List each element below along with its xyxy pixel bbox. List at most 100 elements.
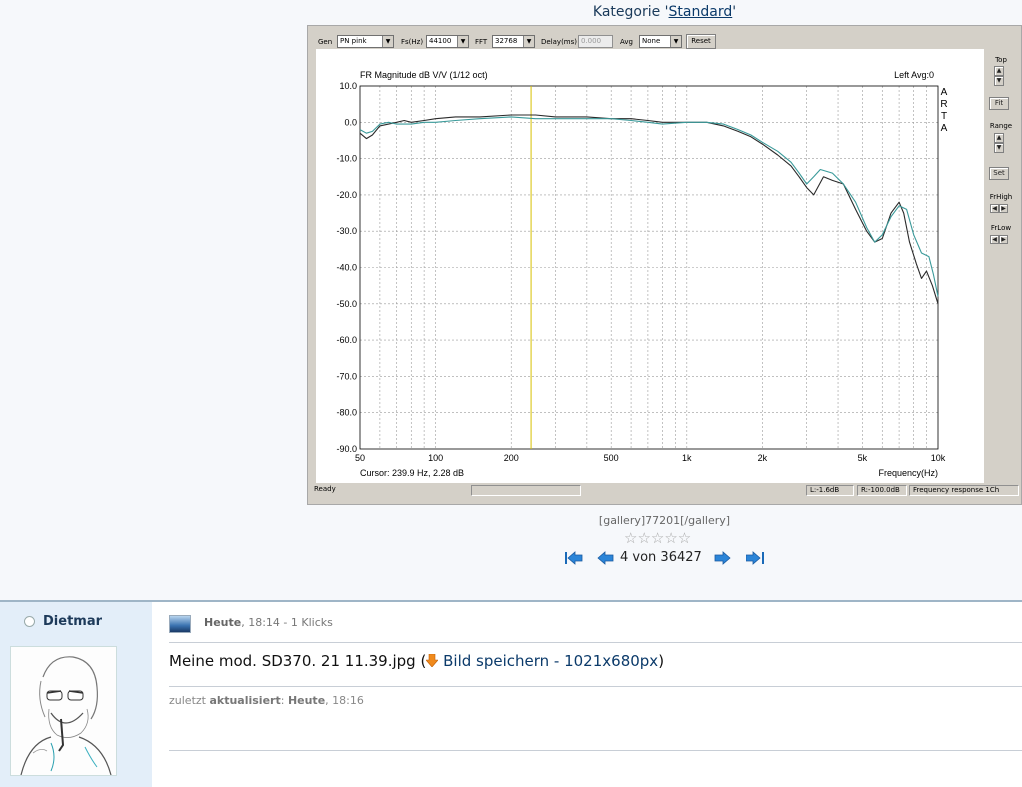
arrow-right-icon: ▶ [1001,205,1006,212]
set-button[interactable]: Set [989,167,1009,180]
first-image-button[interactable] [565,551,583,565]
x-tick-label: 1k [682,453,692,463]
fft-value: 32768 [495,37,518,45]
arrow-left-icon: ◀ [992,236,997,243]
reset-button[interactable]: Reset [686,34,716,49]
y-tick-label: -50.0 [336,299,357,309]
y-tick-label: -30.0 [336,226,357,236]
range-down-button[interactable]: ▼ [994,143,1004,153]
y-tick-label: -40.0 [336,263,357,273]
watermark-letter: T [941,111,947,122]
save-image-link[interactable]: Bild speichern - 1021x680px [443,652,658,670]
watermark-letter: R [940,99,947,110]
range-up-button[interactable]: ▲ [994,133,1004,143]
frhigh-left-button[interactable]: ◀ [990,204,999,213]
arrow-up-icon: ▲ [996,67,1002,74]
frhigh-right-button[interactable]: ▶ [999,204,1008,213]
arrow-up-icon: ▲ [996,134,1002,141]
next-image-button[interactable] [713,551,731,565]
post-day: Heute [204,616,242,629]
gen-value: PN pink [340,37,367,45]
category-heading: Kategorie 'Standard' [307,4,1022,20]
fs-label: Fs(Hz) [401,38,424,46]
gallery-caption: [gallery]77201[/gallery] [598,514,731,527]
series-line-2 [359,116,939,297]
x-tick-label: 200 [504,453,519,463]
updated-time: , 18:16 [325,694,364,707]
category-prefix: Kategorie ' [592,4,669,20]
avg-select[interactable]: None ▼ [639,35,682,48]
post-divider [169,750,1022,751]
avg-label: Avg [620,38,633,46]
username[interactable]: Dietmar [43,614,102,629]
y-tick-label: 0.0 [344,117,357,127]
delay-input[interactable]: 0.000 [578,35,613,48]
category-link[interactable]: Standard [669,4,733,20]
post-meta: Heute, 18:14 - 1 Klicks [204,616,333,629]
avg-value: None [642,37,661,45]
arrow-down-icon: ▼ [996,144,1002,151]
delay-value: 0.000 [581,37,602,45]
chart-title: FR Magnitude dB V/V (1/12 oct) [360,70,488,80]
chart-channel-avg: Left Avg:0 [894,70,934,80]
top-down-button[interactable]: ▼ [994,76,1004,86]
previous-image-button[interactable] [597,551,615,565]
frlow-right-button[interactable]: ▶ [999,235,1008,244]
delay-label: Delay(ms) [541,38,578,46]
fft-select[interactable]: 32768 ▼ [492,35,535,48]
post-divider [169,686,1022,687]
plot-area: FR Magnitude dB V/V (1/12 oct) Left Avg:… [316,49,984,483]
updated-prefix: zuletzt [169,694,210,707]
x-tick-label: 100 [428,453,443,463]
x-axis-label: Frequency(Hz) [878,468,938,478]
x-axis-ticks: 50 100 200 500 1k 2k 5k 10k [355,453,946,463]
dropdown-arrow-icon: ▼ [670,36,681,47]
status-ready: Ready [314,485,336,493]
y-axis-ticks: 10.0 0.0 -10.0 -20.0 -30.0 -40.0 -50.0 -60.0 -70… [336,81,357,454]
post-time-clicks: , 18:14 - 1 Klicks [241,616,333,629]
frhigh-label: FrHigh [989,193,1013,201]
y-tick-label: -90.0 [336,444,357,454]
cursor-readout: Cursor: 239.9 Hz, 2.28 dB [360,468,464,478]
post-title: Meine mod. SD370. 21 11.39.jpg ( Bild sp… [169,652,664,670]
updated-word: aktualisiert [209,694,281,707]
updated-colon: : [280,694,288,707]
arta-right-panel: Top ▲ ▼ Fit Range ▲ ▼ Set FrHigh ◀ ▶ FrL… [984,49,1018,483]
arta-watermark: ARTA [940,87,947,134]
x-tick-label: 500 [604,453,619,463]
post-filename: Meine mod. SD370. 21 11.39.jpg ( [169,652,427,670]
download-arrow-icon [426,654,439,667]
series-line-1 [359,114,939,304]
category-suffix: ' [732,4,737,20]
fit-button[interactable]: Fit [989,97,1009,110]
user-sidebar: Dietmar [0,602,152,787]
dropdown-arrow-icon: ▼ [457,36,468,47]
fs-select[interactable]: 44100 ▼ [426,35,469,48]
arta-screenshot: Gen PN pink ▼ Fs(Hz) 44100 ▼ FFT 32768 ▼ De… [307,25,1022,505]
fs-value: 44100 [429,37,452,45]
frlow-left-button[interactable]: ◀ [990,235,999,244]
image-thumbnail-icon[interactable] [169,615,191,633]
chart-grid [360,86,938,449]
y-tick-label: 10.0 [339,81,357,91]
range-label: Range [989,122,1013,130]
rating-stars[interactable]: ☆☆☆☆☆ [624,529,691,547]
y-tick-label: -80.0 [336,408,357,418]
dropdown-arrow-icon: ▼ [382,36,393,47]
offline-status-icon [24,616,35,627]
watermark-letter: A [941,87,948,98]
last-updated: zuletzt aktualisiert: Heute, 18:16 [169,694,364,707]
watermark-letter: A [941,123,948,134]
y-tick-label: -10.0 [336,154,357,164]
avatar[interactable] [10,646,117,776]
x-tick-label: 10k [931,453,946,463]
top-up-button[interactable]: ▲ [994,66,1004,76]
status-empty [471,485,581,496]
gallery-viewer: Kategorie 'Standard' Gen PN pink ▼ Fs(Hz)… [0,0,1022,600]
last-image-button[interactable] [746,551,764,565]
gen-label: Gen [318,38,333,46]
y-tick-label: -60.0 [336,335,357,345]
gen-select[interactable]: PN pink ▼ [337,35,394,48]
post-main: Heute, 18:14 - 1 Klicks Meine mod. SD370… [152,602,1022,787]
fft-label: FFT [475,38,488,46]
